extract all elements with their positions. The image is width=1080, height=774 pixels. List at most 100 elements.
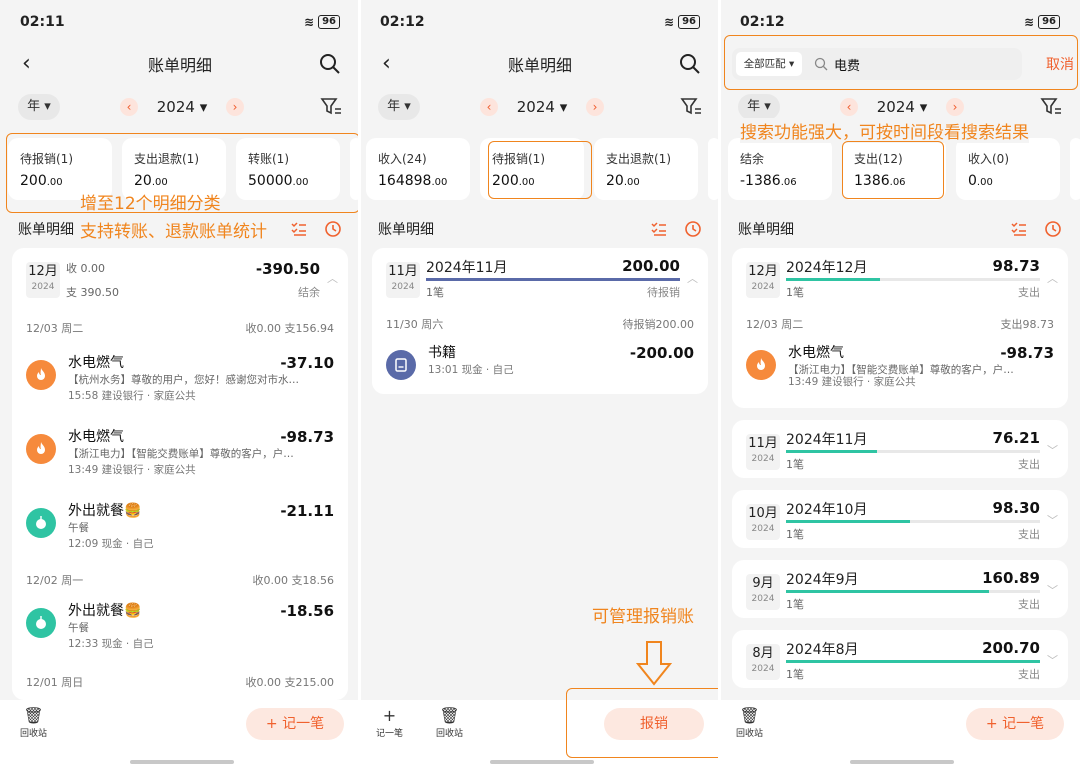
- day-row: 12/01 周日 收0.00 支215.00: [26, 676, 334, 689]
- month-amount: 76.21: [992, 429, 1040, 447]
- month-type: 支出: [1018, 598, 1040, 611]
- transaction-item[interactable]: 书籍 -200.00 13:01 现金 · 自己: [386, 342, 694, 404]
- month-type: 支出: [1018, 668, 1040, 681]
- list-icon[interactable]: [650, 220, 668, 238]
- category-card[interactable]: 结余 -1386.06: [728, 138, 832, 200]
- month-progress: [426, 278, 680, 281]
- month-panel: 11月 2024 2024年11月 200.00 1笔 待报销 ︿ 11/30 周…: [372, 248, 708, 394]
- month-panel[interactable]: 11月 2024 2024年11月 76.21 1笔 支出 ﹀: [732, 420, 1068, 478]
- list-icon[interactable]: [1010, 220, 1028, 238]
- month-badge: 11月 2024: [386, 262, 420, 298]
- prev-year-button[interactable]: ‹: [120, 98, 138, 116]
- battery-indicator: 96: [678, 15, 700, 29]
- add-record-button[interactable]: + 记一笔: [246, 708, 344, 740]
- month-panel[interactable]: 10月 2024 2024年10月 98.30 1笔 支出 ﹀: [732, 490, 1068, 548]
- month-badge: 11月 2024: [746, 434, 780, 470]
- transaction-item[interactable]: 水电燃气 -37.10 【杭州水务】尊敬的用户，您好！感谢您对市水… 15:58…: [26, 352, 334, 414]
- match-mode-select[interactable]: 全部匹配 ▾: [736, 52, 802, 76]
- month-badge: 8月 2024: [746, 644, 780, 680]
- next-year-button[interactable]: ›: [226, 98, 244, 116]
- chevron-down-icon[interactable]: ﹀: [1047, 442, 1058, 458]
- list-icon[interactable]: [290, 220, 308, 238]
- chevron-down-icon[interactable]: ﹀: [1047, 512, 1058, 528]
- next-year-button[interactable]: ›: [946, 98, 964, 116]
- period-selector[interactable]: 年 ▾: [18, 94, 60, 120]
- history-icon[interactable]: [684, 220, 702, 238]
- chevron-up-icon[interactable]: ︿: [1047, 270, 1058, 286]
- year-label: 2024: [876, 98, 915, 116]
- month-expense: 支 390.50: [66, 286, 119, 299]
- month-count: 1笔: [426, 286, 444, 299]
- plus-icon: +: [382, 706, 397, 725]
- category-card[interactable]: 收入(0) 0.00: [956, 138, 1060, 200]
- status-time: 02:11: [20, 14, 65, 30]
- section-header: 账单明细: [738, 218, 1062, 240]
- add-record-small-button[interactable]: + 记一笔: [376, 706, 403, 739]
- prev-year-button[interactable]: ‹: [480, 98, 498, 116]
- bottom-bar: 🗑 回收站 + 记一笔: [0, 700, 360, 774]
- category-card[interactable]: 待报销(1) 200.00: [480, 138, 584, 200]
- trash-icon: 🗑: [439, 706, 460, 725]
- year-selector: ‹ 2024 ▾ ›: [120, 94, 244, 120]
- page-title: 账单明细: [507, 56, 572, 75]
- category-card[interactable]: 支出(12) 1386.06: [842, 138, 946, 200]
- month-count: 1笔: [786, 528, 804, 541]
- month-amount: 160.89: [982, 569, 1040, 587]
- search-bar: 全部匹配 ▾ 电费: [732, 48, 1022, 80]
- month-title: 2024年8月: [786, 642, 859, 658]
- reimburse-button[interactable]: 报销: [604, 708, 704, 740]
- nav-bar: ‹ 账单明细: [360, 44, 720, 84]
- wifi-icon: ≋: [1024, 15, 1035, 29]
- month-title: 2024年12月: [786, 260, 868, 276]
- month-panel[interactable]: 8月 2024 2024年8月 200.70 1笔 支出 ﹀: [732, 630, 1068, 688]
- trash-button[interactable]: 🗑 回收站: [436, 706, 463, 739]
- prev-year-button[interactable]: ‹: [840, 98, 858, 116]
- transaction-item[interactable]: 水电燃气 -98.73 【浙江电力】【智能交费账单】尊敬的客户，户… 13:49…: [746, 342, 1054, 404]
- month-income: 收 0.00: [66, 262, 105, 275]
- year-selector: ‹ 2024 ▾ ›: [480, 94, 604, 120]
- cancel-button[interactable]: 取消: [1046, 54, 1074, 74]
- home-indicator: [850, 760, 954, 764]
- filter-icon[interactable]: [1040, 96, 1062, 118]
- chevron-up-icon[interactable]: ︿: [687, 270, 698, 286]
- annotation-search: 搜索功能强大，可按时间段看搜索结果: [740, 118, 1029, 143]
- utility-icon: [26, 360, 56, 390]
- transaction-item[interactable]: 外出就餐🍔 -18.56 午餐 12:33 现金 · 自己: [26, 600, 334, 662]
- history-icon[interactable]: [324, 220, 342, 238]
- month-type: 支出: [1018, 286, 1040, 299]
- nav-bar: ‹ 账单明细: [0, 44, 360, 84]
- dining-icon: [26, 508, 56, 538]
- day-row: 11/30 周六 待报销200.00: [386, 318, 694, 331]
- category-card[interactable]: 收入(24) 164898.00: [366, 138, 470, 200]
- filter-icon[interactable]: [320, 96, 342, 118]
- chevron-up-icon[interactable]: ︿: [327, 270, 338, 286]
- category-card-partial[interactable]: [1070, 138, 1080, 200]
- bottom-bar: + 记一笔 🗑 回收站 报销: [360, 700, 720, 774]
- back-icon[interactable]: ‹: [382, 52, 402, 76]
- next-year-button[interactable]: ›: [586, 98, 604, 116]
- trash-button[interactable]: 🗑 回收站: [20, 706, 47, 739]
- filter-icon[interactable]: [680, 96, 702, 118]
- month-badge: 9月 2024: [746, 574, 780, 610]
- status-bar: 02:11 ≋ 96: [0, 0, 360, 44]
- add-record-button[interactable]: + 记一笔: [966, 708, 1064, 740]
- trash-icon: 🗑: [23, 706, 44, 725]
- period-selector[interactable]: 年 ▾: [378, 94, 420, 120]
- search-icon[interactable]: [318, 52, 342, 76]
- period-selector[interactable]: 年 ▾: [738, 94, 780, 120]
- back-icon[interactable]: ‹: [22, 52, 42, 76]
- wifi-icon: ≋: [664, 15, 675, 29]
- month-panel[interactable]: 9月 2024 2024年9月 160.89 1笔 支出 ﹀: [732, 560, 1068, 618]
- history-icon[interactable]: [1044, 220, 1062, 238]
- chevron-down-icon[interactable]: ﹀: [1047, 652, 1058, 668]
- trash-button[interactable]: 🗑 回收站: [736, 706, 763, 739]
- transaction-item[interactable]: 水电燃气 -98.73 【浙江电力】【智能交费账单】尊敬的客户，户… 13:49…: [26, 426, 334, 488]
- status-time: 02:12: [740, 14, 785, 30]
- transaction-item[interactable]: 外出就餐🍔 -21.11 午餐 12:09 现金 · 自己: [26, 500, 334, 562]
- chevron-down-icon[interactable]: ﹀: [1047, 582, 1058, 598]
- search-icon[interactable]: [678, 52, 702, 76]
- month-type: 支出: [1018, 528, 1040, 541]
- category-card[interactable]: 支出退款(1) 20.00: [594, 138, 698, 200]
- search-input[interactable]: 电费: [834, 55, 860, 74]
- category-card[interactable]: 转账(1) 50000.00: [236, 138, 340, 200]
